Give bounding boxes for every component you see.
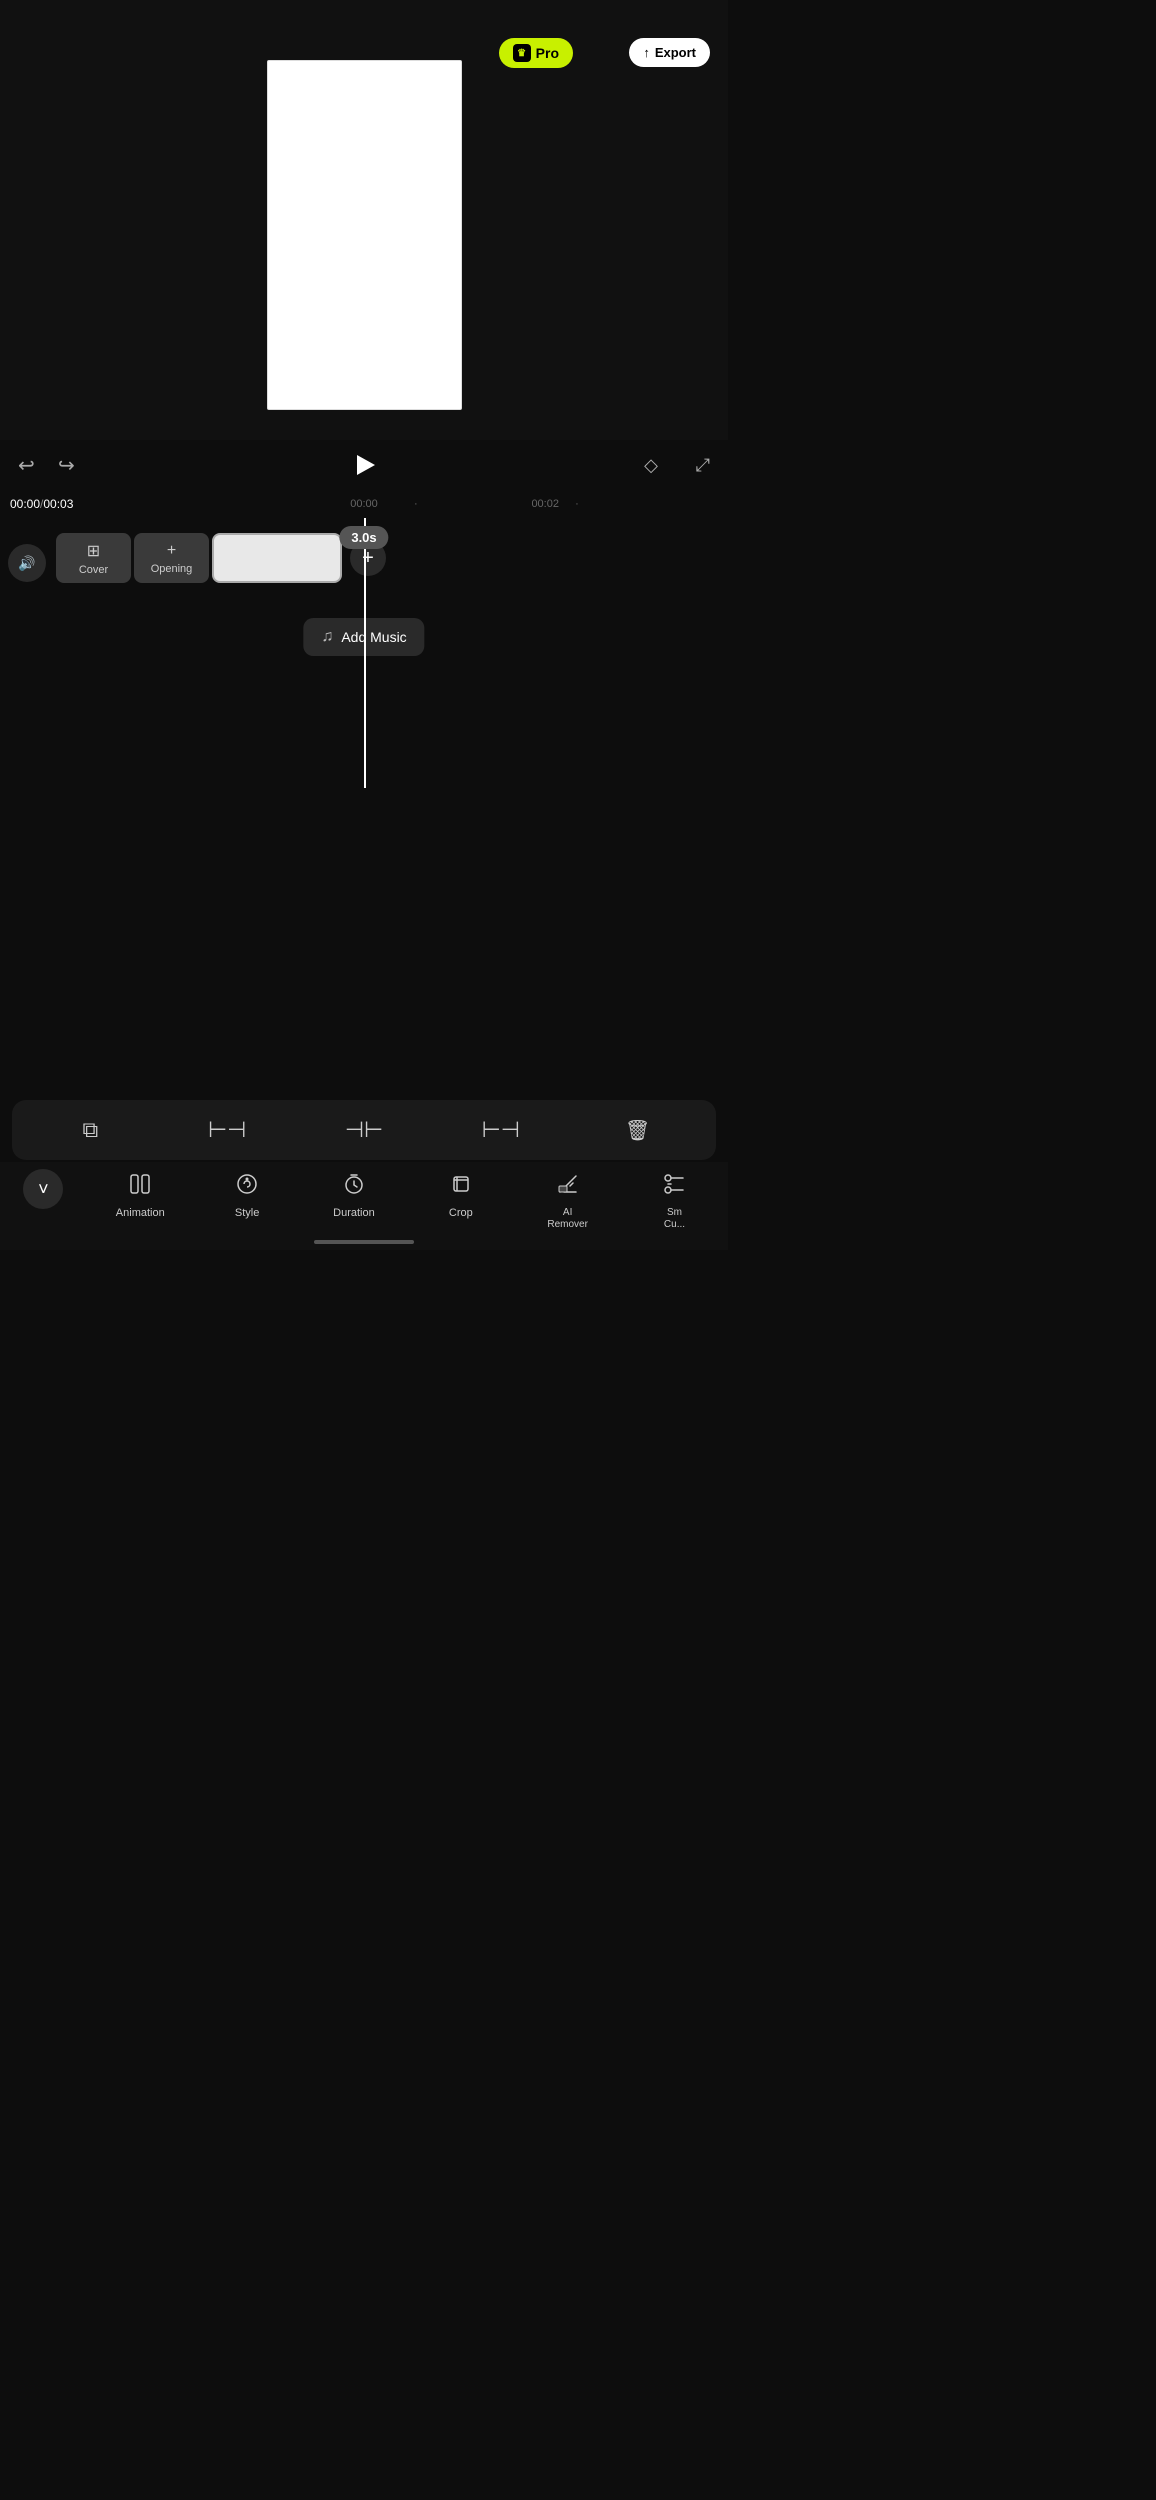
empty-track-area	[0, 668, 728, 788]
timeline-dot-marker: ·	[414, 498, 418, 510]
smart-cut-label: SmCu...	[664, 1207, 685, 1231]
redo-button[interactable]: ↪	[58, 453, 75, 478]
duplicate-icon: ⧉	[83, 1117, 99, 1143]
play-icon	[357, 455, 375, 475]
magic-button[interactable]: ◇	[644, 455, 658, 476]
nav-item-smart-cut[interactable]: SmCu...	[644, 1172, 704, 1231]
trim-left-icon: ⊢⊣	[208, 1117, 246, 1143]
play-button[interactable]	[346, 447, 382, 483]
clip-main[interactable]	[212, 533, 342, 583]
timeline-header: 00:00/00:03 00:00 · 00:02 ·	[0, 490, 728, 518]
crop-icon	[449, 1172, 473, 1202]
nav-item-ai-remover[interactable]: AIRemover	[538, 1172, 598, 1231]
volume-button[interactable]: 🔊	[8, 544, 46, 582]
fullscreen-icon: ⤢	[696, 455, 710, 475]
crop-label: Crop	[449, 1207, 473, 1219]
magic-icon: ◇	[644, 455, 658, 475]
style-label: Style	[235, 1207, 259, 1219]
ai-remover-icon	[556, 1172, 580, 1202]
split-icon: ⊣⊢	[345, 1117, 383, 1143]
trim-right-button[interactable]: ⊢⊣	[481, 1110, 521, 1150]
ai-remover-label: AIRemover	[547, 1207, 588, 1231]
add-music-icon: ♫	[321, 628, 333, 646]
clip-opening[interactable]: + Opening	[134, 533, 209, 583]
nav-item-animation[interactable]: Animation	[110, 1172, 170, 1219]
timeline-right-marker: 00:02	[531, 498, 559, 510]
redo-icon: ↪	[58, 455, 75, 477]
controls-bar: ↩ ↪ ◇ ⤢	[0, 440, 728, 490]
volume-icon: 🔊	[18, 555, 35, 572]
nav-item-duration[interactable]: Duration	[324, 1172, 384, 1219]
timeline-center-marker: 00:00	[350, 498, 378, 510]
delete-button[interactable]: 🗑	[618, 1110, 658, 1150]
pro-button[interactable]: ♛ Pro	[499, 38, 573, 68]
undo-icon: ↩	[18, 455, 35, 477]
track-clips: ⊞ Cover + Opening +	[56, 533, 386, 583]
delete-icon: 🗑	[625, 1118, 650, 1143]
bottom-toolbar: ⧉ ⊢⊣ ⊣⊢ ⊢⊣ 🗑	[12, 1100, 716, 1160]
bottom-nav: ˅ Animation Style	[0, 1162, 728, 1250]
export-icon: ↑	[643, 45, 650, 60]
duration-icon	[342, 1172, 366, 1202]
crown-icon: ♛	[513, 44, 531, 62]
timeline-track-area: 🔊 ⊞ Cover + Opening + 3.0s	[0, 518, 728, 608]
pro-label: Pro	[536, 45, 559, 61]
duration-tooltip: 3.0s	[339, 526, 388, 549]
style-icon	[235, 1172, 259, 1202]
animation-label: Animation	[116, 1207, 165, 1219]
video-canvas	[267, 60, 462, 410]
duplicate-button[interactable]: ⧉	[70, 1110, 110, 1150]
home-indicator	[314, 1240, 414, 1244]
collapse-button[interactable]: ˅	[23, 1169, 63, 1209]
split-button[interactable]: ⊣⊢	[344, 1110, 384, 1150]
smart-cut-icon	[662, 1172, 686, 1202]
add-music-row: ♫ Add Music	[0, 608, 728, 668]
nav-item-crop[interactable]: Crop	[431, 1172, 491, 1219]
duration-label: Duration	[333, 1207, 375, 1219]
timeline-dot-marker2: ·	[575, 498, 579, 510]
opening-label: Opening	[151, 563, 193, 575]
opening-icon: +	[167, 542, 176, 560]
playhead-line	[364, 608, 366, 668]
fullscreen-button[interactable]: ⤢	[696, 454, 710, 477]
chevron-down-icon: ˅	[38, 1179, 49, 1200]
export-label: Export	[655, 45, 696, 60]
current-time: 00:00/00:03	[10, 497, 73, 511]
playhead-line-full	[364, 668, 366, 788]
animation-icon	[128, 1172, 152, 1202]
trim-left-button[interactable]: ⊢⊣	[207, 1110, 247, 1150]
trim-right-icon: ⊢⊣	[482, 1117, 520, 1143]
preview-area	[0, 0, 728, 440]
undo-button[interactable]: ↩	[18, 453, 35, 478]
cover-icon: ⊞	[87, 541, 100, 561]
cover-label: Cover	[79, 564, 108, 576]
clip-cover[interactable]: ⊞ Cover	[56, 533, 131, 583]
add-music-label: Add Music	[341, 629, 406, 645]
export-button[interactable]: ↑ Export	[629, 38, 710, 67]
nav-item-style[interactable]: Style	[217, 1172, 277, 1219]
